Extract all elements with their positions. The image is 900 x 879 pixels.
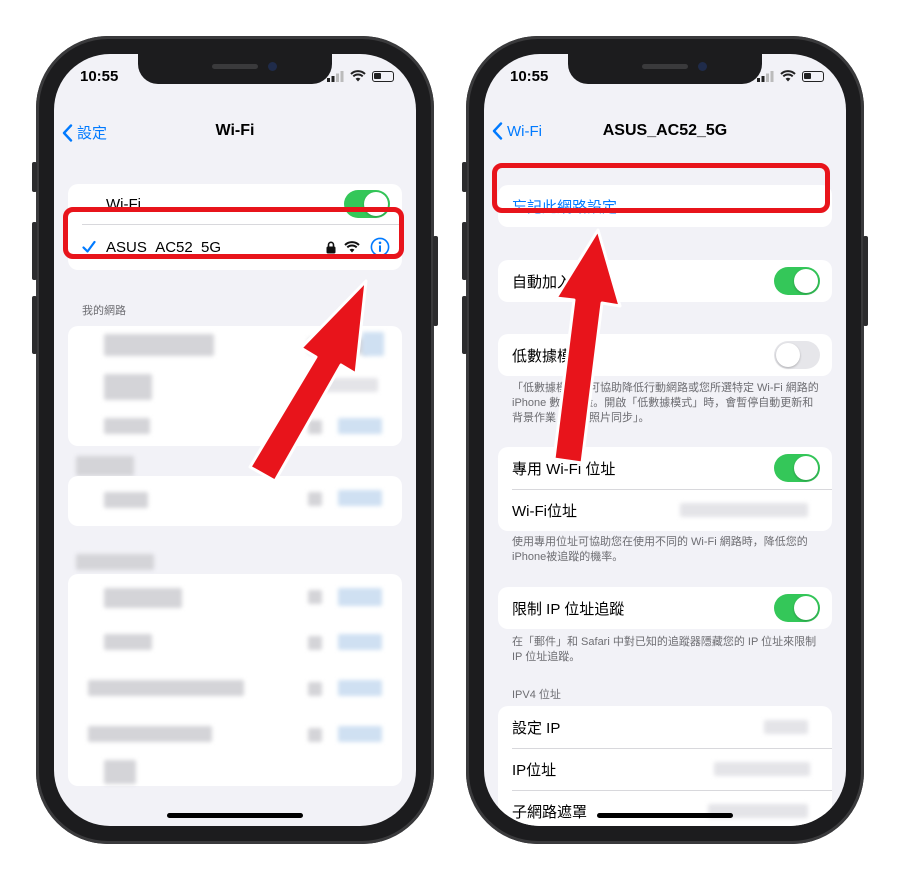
wifi-status-icon [350, 70, 366, 82]
private-address-row: 專用 Wi-Fi 位址 [498, 447, 832, 489]
low-data-row: 低數據模式 [498, 334, 832, 376]
page-title: ASUS_AC52_5G [602, 122, 728, 139]
status-time: 10:55 [80, 68, 119, 85]
battery-icon [372, 70, 394, 82]
other-networks-list-1 [68, 476, 402, 526]
private-address-group: 專用 Wi-Fi 位址 Wi-Fi位址 [498, 447, 832, 531]
volume-up-button [462, 222, 467, 280]
blurred-network-name [104, 760, 136, 784]
blurred-network-name [88, 680, 244, 696]
limit-ip-group: 限制 IP 位址追蹤 [498, 587, 832, 629]
auto-join-toggle[interactable] [774, 267, 820, 295]
configure-ip-label: 設定 IP [512, 719, 561, 737]
blurred-icon [362, 332, 384, 356]
navbar: Wi-Fi ASUS_AC52_5G [484, 118, 846, 148]
volume-down-button [32, 296, 37, 354]
blurred-icon [338, 726, 382, 742]
blurred-value [714, 762, 810, 776]
low-data-group: 低數據模式 [498, 334, 832, 376]
my-networks-header: 我的網路 [82, 305, 126, 317]
blurred-icon [308, 590, 322, 604]
low-data-label: 低數據模式 [512, 347, 588, 365]
blurred-icon [308, 636, 322, 650]
side-button [32, 162, 37, 192]
status-time: 10:55 [510, 68, 549, 85]
status-icons [757, 70, 824, 82]
blurred-wifi-address [680, 503, 808, 517]
subnet-mask-row: 子網路遮罩 [498, 790, 832, 826]
blurred-network-name [104, 634, 152, 650]
navbar: 設定 Wi-Fi [54, 118, 416, 148]
blurred-icon [338, 634, 382, 650]
battery-icon [802, 70, 824, 82]
blurred-icon [308, 378, 378, 392]
private-address-label: 專用 Wi-Fi 位址 [512, 460, 616, 478]
blurred-icon [308, 420, 322, 434]
blurred-value [764, 720, 808, 734]
limit-ip-row: 限制 IP 位址追蹤 [498, 587, 832, 629]
notch [568, 54, 762, 84]
left-phone: 10:55 設定 Wi-Fi Wi-Fi ASUS_AC52_5G 我的網路 [32, 36, 438, 844]
low-data-toggle[interactable] [774, 341, 820, 369]
configure-ip-row[interactable]: 設定 IP [498, 706, 832, 748]
volume-up-button [32, 222, 37, 280]
ip-address-label: IP位址 [512, 761, 557, 779]
wifi-status-icon [780, 70, 796, 82]
other-networks-list-2 [68, 574, 402, 786]
blurred-network-name [104, 334, 214, 356]
cellular-signal-icon [757, 70, 774, 82]
highlight-box [492, 163, 830, 213]
blurred-icon [338, 490, 382, 506]
blurred-icon [308, 338, 368, 354]
home-indicator [597, 813, 733, 818]
limit-ip-toggle[interactable] [774, 594, 820, 622]
right-phone: 10:55 Wi-Fi ASUS_AC52_5G 忘記此網路設定 自動加入 低數… [462, 36, 868, 844]
private-address-toggle[interactable] [774, 454, 820, 482]
limit-ip-footnote: 在「郵件」和 Safari 中對已知的追蹤器隱藏您的 IP 位址來限制 IP 位… [512, 636, 817, 663]
auto-join-row: 自動加入 [498, 260, 832, 302]
blurred-icon [338, 680, 382, 696]
auto-join-group: 自動加入 [498, 260, 832, 302]
blurred-icon [338, 418, 382, 434]
blurred-icon [308, 728, 322, 742]
blurred-icon [308, 682, 322, 696]
power-button [433, 236, 438, 326]
volume-down-button [462, 296, 467, 354]
ipv4-group: 設定 IP IP位址 子網路遮罩 [498, 706, 832, 826]
page-title: Wi-Fi [215, 122, 255, 139]
wifi-address-row: Wi-Fi位址 [498, 489, 832, 531]
blurred-network-name [104, 374, 152, 400]
blurred-network-name [104, 492, 148, 508]
blurred-section-header [76, 456, 134, 476]
blurred-network-name [88, 726, 212, 742]
blurred-icon [308, 492, 322, 506]
limit-ip-label: 限制 IP 位址追蹤 [512, 600, 625, 618]
home-indicator [167, 813, 303, 818]
left-screen: 10:55 設定 Wi-Fi Wi-Fi ASUS_AC52_5G 我的網路 [54, 54, 416, 826]
blurred-icon [338, 588, 382, 606]
low-data-footnote: 「低數據模式」可協助降低行動網路或您所選特定 Wi-Fi 網路的 iPhone … [512, 382, 819, 424]
notch [138, 54, 332, 84]
highlight-box [63, 207, 404, 259]
auto-join-label: 自動加入 [512, 273, 573, 291]
blurred-network-name [104, 418, 150, 434]
cellular-signal-icon [327, 70, 344, 82]
ip-address-row: IP位址 [498, 748, 832, 790]
ipv4-header: IPV4 位址 [512, 689, 561, 701]
my-networks-list [68, 326, 402, 446]
side-button [462, 162, 467, 192]
blurred-network-name [104, 588, 182, 608]
blurred-section-header [76, 554, 154, 570]
private-address-footnote: 使用專用位址可協助您在使用不同的 Wi-Fi 網路時，降低您的iPhone被追蹤… [512, 536, 808, 563]
subnet-mask-label: 子網路遮罩 [512, 803, 588, 821]
status-icons [327, 70, 394, 82]
power-button [863, 236, 868, 326]
wifi-address-label: Wi-Fi位址 [512, 502, 577, 520]
